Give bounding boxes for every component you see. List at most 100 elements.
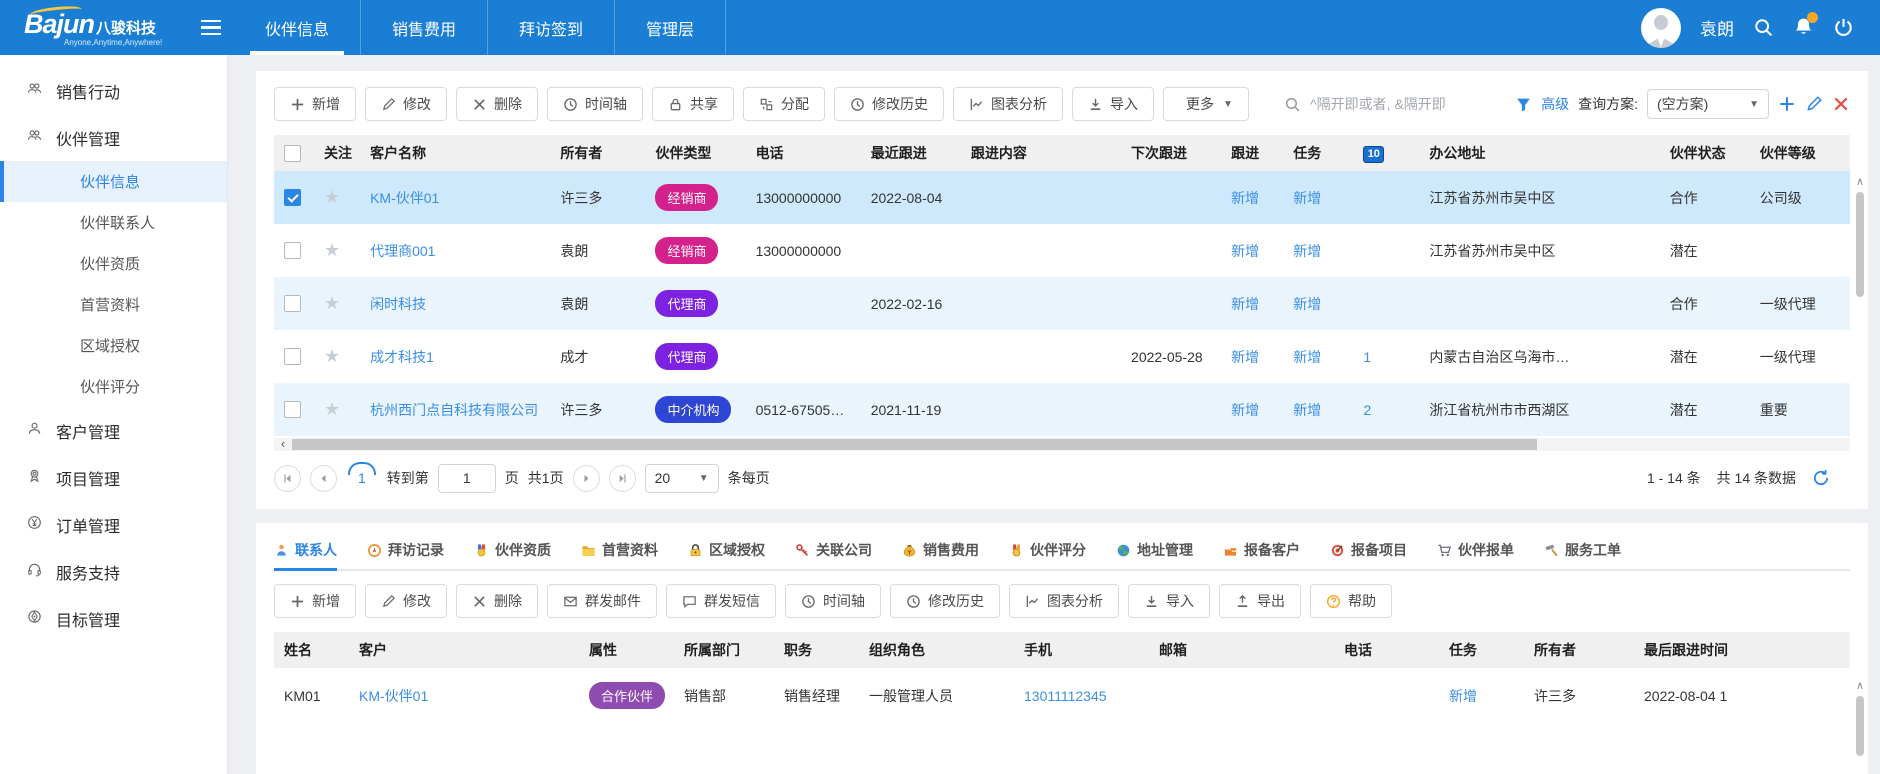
column-header[interactable]: 关注 xyxy=(314,135,360,171)
toolbar-button[interactable]: 修改 xyxy=(365,584,447,618)
column-header[interactable]: 办公地址 xyxy=(1419,135,1659,171)
task-add-link[interactable]: 新增 xyxy=(1293,349,1321,365)
row-checkbox[interactable] xyxy=(284,401,301,418)
menu-icon[interactable] xyxy=(188,0,234,55)
task-add-link[interactable]: 新增 xyxy=(1293,190,1321,206)
detail-tab[interactable]: 伙伴报单 xyxy=(1437,531,1514,569)
column-header[interactable]: 所有者 xyxy=(1524,632,1634,668)
star-icon[interactable]: ★ xyxy=(324,293,340,313)
sidebar-item[interactable]: 客户管理 xyxy=(0,407,227,454)
partner-name-link[interactable]: 成才科技1 xyxy=(370,349,434,365)
toolbar-button[interactable]: 删除 ▼ xyxy=(456,87,538,121)
score-count-link[interactable]: 2 xyxy=(1363,402,1371,418)
column-header[interactable]: 所有者 xyxy=(550,135,645,171)
top-nav-tab[interactable]: 伙伴信息 xyxy=(234,0,361,55)
partner-name-link[interactable]: 代理商001 xyxy=(370,243,435,259)
partner-name-link[interactable]: 杭州西门点自科技有限公司 xyxy=(370,402,538,418)
row-checkbox[interactable] xyxy=(284,295,301,312)
table-row[interactable]: KM01 KM-伙伴01 合作伙伴 销售部 销售经理 一般管理人员 130111… xyxy=(274,668,1850,723)
sidebar-item[interactable]: 服务支持 xyxy=(0,548,227,595)
column-header[interactable]: 最后跟进时间 xyxy=(1634,632,1850,668)
toolbar-button[interactable]: 删除 xyxy=(456,584,538,618)
toolbar-button[interactable]: 修改 ▼ xyxy=(365,87,447,121)
toolbar-button[interactable]: 时间轴 xyxy=(785,584,881,618)
toolbar-button[interactable]: 新增 xyxy=(274,584,356,618)
horizontal-scrollbar[interactable]: ‹ xyxy=(274,438,1850,451)
page-number-input[interactable] xyxy=(438,464,496,493)
filter-funnel-icon[interactable] xyxy=(1515,96,1532,113)
detail-tab[interactable]: 报备项目 xyxy=(1330,531,1407,569)
toolbar-button[interactable]: 群发邮件 xyxy=(547,584,657,618)
detail-tab[interactable]: 联系人 xyxy=(274,531,337,569)
table-row[interactable]: ★ KM-伙伴01 许三多 经销商 13000000000 2022-08-04… xyxy=(274,171,1850,224)
column-header[interactable]: 手机 xyxy=(1014,632,1149,668)
follow-add-link[interactable]: 新增 xyxy=(1231,296,1259,312)
column-header[interactable]: 电话 xyxy=(746,135,861,171)
column-header[interactable]: 伙伴状态 xyxy=(1660,135,1750,171)
toolbar-button[interactable]: 修改历史 ▼ xyxy=(834,87,944,121)
toolbar-button[interactable]: 图表分析 xyxy=(1009,584,1119,618)
follow-add-link[interactable]: 新增 xyxy=(1231,349,1259,365)
toolbar-button[interactable]: 时间轴 ▼ xyxy=(547,87,643,121)
top-nav-tab[interactable]: 管理层 xyxy=(615,0,726,55)
star-icon[interactable]: ★ xyxy=(324,346,340,366)
vertical-scroll-thumb[interactable] xyxy=(1856,696,1864,756)
first-page-button[interactable] xyxy=(274,465,301,492)
scroll-left-arrow[interactable]: ‹ xyxy=(276,438,290,451)
detail-tab[interactable]: 销售费用 xyxy=(902,531,979,569)
sidebar-item[interactable]: 伙伴资质 xyxy=(0,243,227,284)
sidebar-item[interactable]: 目标管理 xyxy=(0,595,227,642)
star-icon[interactable]: ★ xyxy=(324,399,340,419)
detail-tab[interactable]: 服务工单 xyxy=(1544,531,1621,569)
detail-tab[interactable]: 伙伴资质 xyxy=(474,531,551,569)
column-header[interactable]: 组织角色 xyxy=(859,632,1014,668)
sidebar-item[interactable]: 项目管理 xyxy=(0,454,227,501)
column-header[interactable]: 所属部门 xyxy=(674,632,774,668)
toolbar-button[interactable]: 共享 ▼ xyxy=(652,87,734,121)
next-page-button[interactable] xyxy=(573,465,600,492)
table-row[interactable]: ★ 代理商001 袁朗 经销商 13000000000 新增 新增 江苏省苏州市… xyxy=(274,224,1850,277)
toolbar-button[interactable]: 图表分析 ▼ xyxy=(953,87,1063,121)
table-row[interactable]: ★ 杭州西门点自科技有限公司 许三多 中介机构 0512-67505222 20… xyxy=(274,383,1850,436)
partner-name-link[interactable]: 闲时科技 xyxy=(370,296,426,312)
task-add-link[interactable]: 新增 xyxy=(1293,243,1321,259)
scroll-up-arrow[interactable]: ∧ xyxy=(1854,681,1866,693)
toolbar-button[interactable]: 新增 ▼ xyxy=(274,87,356,121)
follow-add-link[interactable]: 新增 xyxy=(1231,243,1259,259)
username[interactable]: 袁朗 xyxy=(1700,15,1734,40)
column-header[interactable]: 属性 xyxy=(579,632,674,668)
detail-tab[interactable]: 报备客户 xyxy=(1223,531,1300,569)
column-header[interactable]: 姓名 xyxy=(274,632,349,668)
refresh-icon[interactable] xyxy=(1812,469,1830,487)
detail-tab[interactable]: 首营资料 xyxy=(581,531,658,569)
vertical-scrollbar[interactable]: ∧ xyxy=(1854,681,1866,774)
sidebar-item[interactable]: 伙伴管理 xyxy=(0,114,227,161)
column-header[interactable]: 任务 xyxy=(1283,135,1353,171)
star-icon[interactable]: ★ xyxy=(324,240,340,260)
sidebar-item[interactable]: 伙伴信息 xyxy=(0,161,227,202)
detail-tab[interactable]: 地址管理 xyxy=(1116,531,1193,569)
table-row[interactable]: ★ 闲时科技 袁朗 代理商 2022-02-16 新增 新增 xyxy=(274,277,1850,330)
toolbar-button[interactable]: 导入 ▼ xyxy=(1072,87,1154,121)
toolbar-button[interactable]: 分配 ▼ xyxy=(743,87,825,121)
customer-link[interactable]: KM-伙伴01 xyxy=(359,688,428,704)
task-add-link[interactable]: 新增 xyxy=(1293,296,1321,312)
vertical-scroll-thumb[interactable] xyxy=(1856,192,1864,297)
toolbar-button[interactable]: 更多 ▼ xyxy=(1163,87,1249,121)
column-header[interactable]: 伙伴等级 xyxy=(1750,135,1850,171)
row-checkbox[interactable] xyxy=(284,189,301,206)
sidebar-item[interactable]: 销售行动 xyxy=(0,67,227,114)
follow-add-link[interactable]: 新增 xyxy=(1231,190,1259,206)
follow-add-link[interactable]: 新增 xyxy=(1231,402,1259,418)
sidebar-item[interactable]: 伙伴联系人 xyxy=(0,202,227,243)
toolbar-button[interactable]: 导出 xyxy=(1219,584,1301,618)
mobile-link[interactable]: 13011112345 xyxy=(1024,688,1107,704)
column-header[interactable]: 邮箱 xyxy=(1149,632,1334,668)
row-checkbox[interactable] xyxy=(284,242,301,259)
detail-tab[interactable]: 关联公司 xyxy=(795,531,872,569)
column-header[interactable]: 客户 xyxy=(349,632,579,668)
edit-scheme-icon[interactable] xyxy=(1805,95,1823,113)
toolbar-button[interactable]: 导入 xyxy=(1128,584,1210,618)
detail-tab[interactable]: 伙伴评分 xyxy=(1009,531,1086,569)
column-header[interactable]: 最近跟进 xyxy=(861,135,961,171)
